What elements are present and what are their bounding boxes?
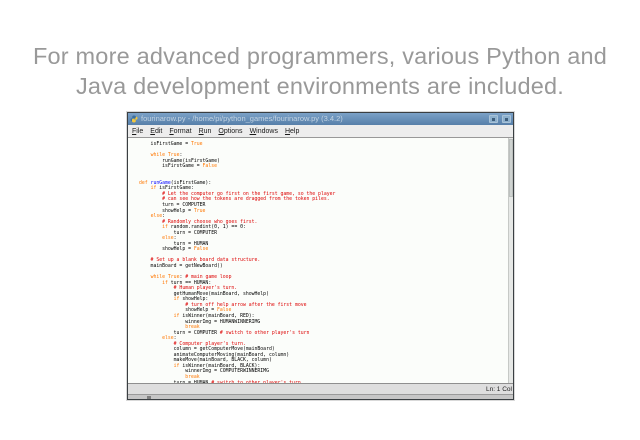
menu-bar: File Edit Format Run Options Windows Help (128, 125, 513, 138)
menu-help[interactable]: Help (285, 128, 299, 135)
code-line: turn = HUMAN # switch to other player's … (139, 381, 505, 383)
menu-windows[interactable]: Windows (250, 128, 278, 135)
close-icon (505, 118, 508, 121)
python-icon (130, 115, 138, 123)
menu-run[interactable]: Run (199, 128, 212, 135)
window-bottom-frame (128, 394, 513, 399)
status-bar: Ln: 1 Col (128, 383, 513, 394)
menu-format[interactable]: Format (169, 128, 191, 135)
window-titlebar[interactable]: fourinarow.py - /home/pi/python_games/fo… (128, 113, 513, 125)
page-heading: For more advanced programmers, various P… (0, 41, 640, 101)
code-editor-area[interactable]: isFirstGame = True while True: runGame(i… (128, 138, 513, 383)
heading-line-1: For more advanced programmers, various P… (0, 41, 640, 71)
scrollbar-thumb[interactable] (509, 139, 513, 197)
menu-options[interactable]: Options (218, 128, 242, 135)
window-minimize-button[interactable] (489, 115, 498, 123)
menu-edit[interactable]: Edit (150, 128, 162, 135)
idle-editor-window[interactable]: fourinarow.py - /home/pi/python_games/fo… (127, 112, 514, 400)
heading-line-2: Java development environments are includ… (0, 71, 640, 101)
window-close-button[interactable] (502, 115, 511, 123)
minimize-icon (492, 118, 495, 121)
vertical-scrollbar[interactable] (508, 138, 513, 383)
menu-file[interactable]: File (132, 128, 143, 135)
window-title: fourinarow.py - /home/pi/python_games/fo… (141, 113, 485, 125)
window-resize-grip[interactable] (147, 396, 151, 399)
status-line-col: Ln: 1 Col (486, 386, 512, 393)
